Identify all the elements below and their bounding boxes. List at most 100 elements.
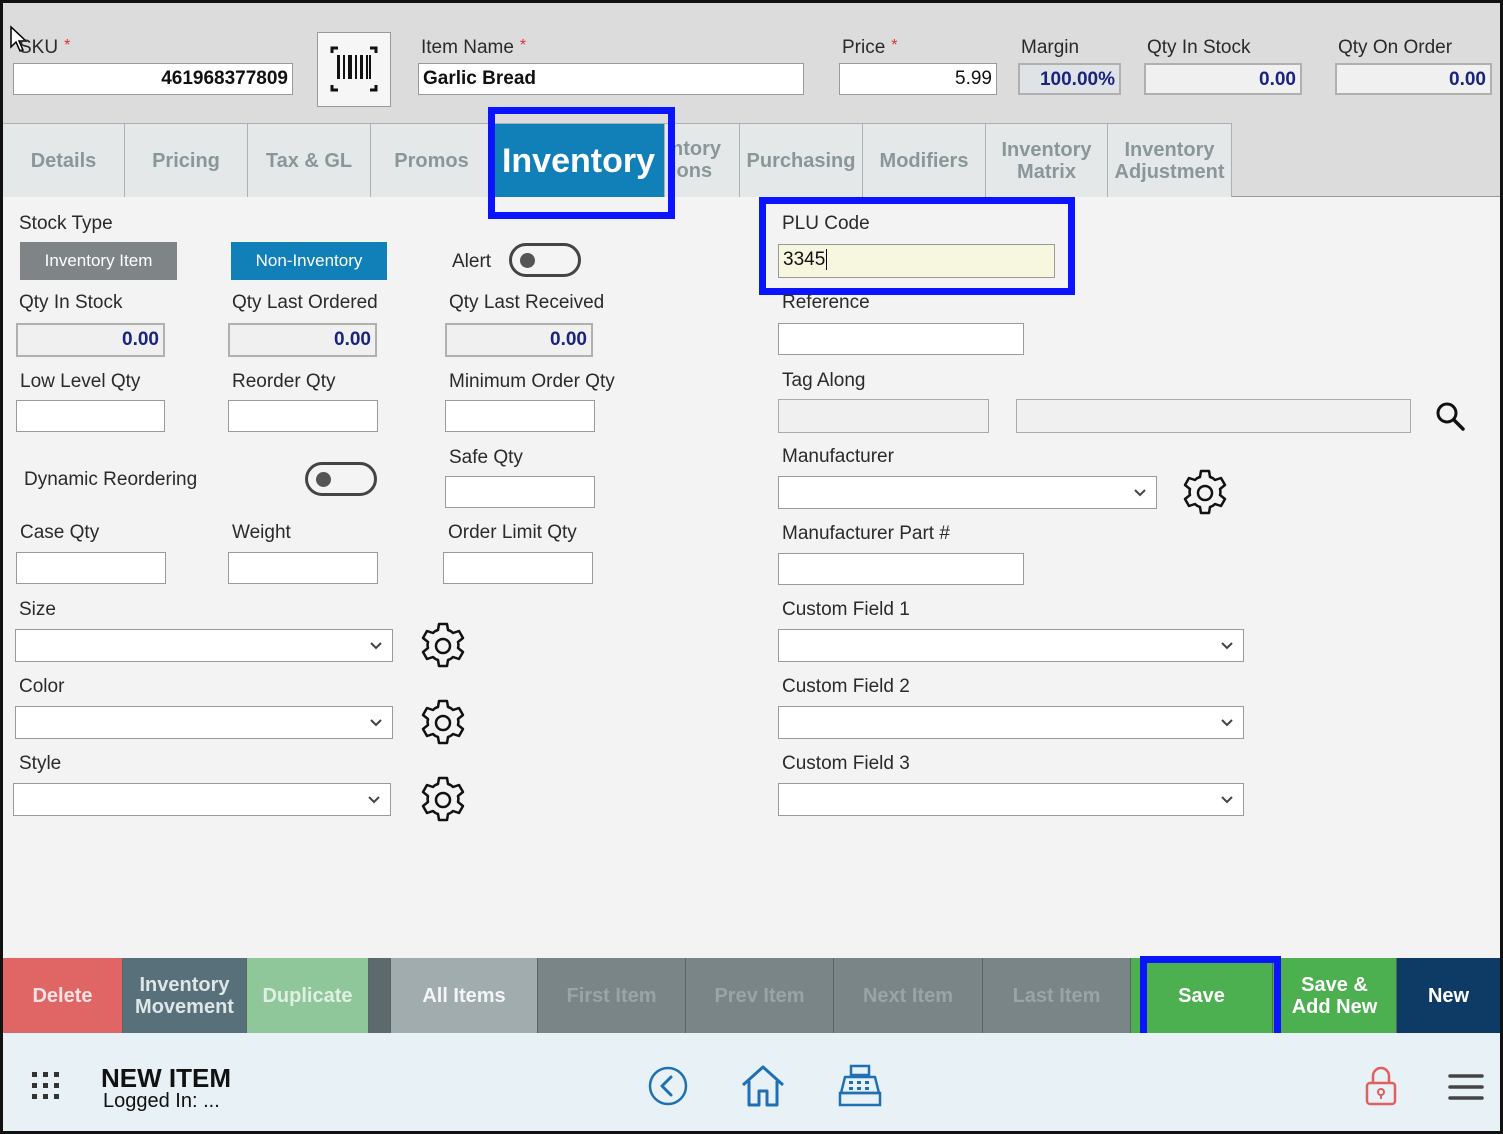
back-icon[interactable] (647, 1065, 689, 1107)
tab-label-line: ions (671, 160, 713, 182)
tab-pricing[interactable]: Pricing (125, 123, 248, 197)
chevron-down-icon (370, 642, 382, 650)
margin-value: 100.00% (1018, 63, 1121, 95)
chevron-down-icon (1221, 642, 1233, 650)
alert-label: Alert (452, 251, 492, 272)
low-level-qty-input[interactable] (16, 400, 165, 432)
style-select[interactable] (13, 783, 391, 816)
sku-label: SKU * (19, 37, 71, 58)
chevron-down-icon (370, 719, 382, 727)
tab-inventory-options[interactable]: ntory ions (665, 123, 740, 197)
cash-register-icon[interactable] (837, 1063, 883, 1109)
qty-on-order-label: Qty On Order (1338, 37, 1453, 58)
chevron-down-icon (1221, 796, 1233, 804)
tab-promos[interactable]: Promos (371, 123, 493, 197)
tab-inventory-matrix[interactable]: Inventory Matrix (986, 123, 1108, 197)
qty-in-stock-value: 0.00 (16, 323, 165, 357)
qty-last-received-value: 0.00 (445, 323, 593, 357)
duplicate-button[interactable]: Duplicate (247, 958, 369, 1033)
action-bar-spacer (369, 958, 391, 1033)
qty-in-stock-header-label: Qty In Stock (1147, 37, 1251, 58)
weight-input[interactable] (228, 552, 378, 584)
home-icon[interactable] (739, 1063, 787, 1109)
color-label: Color (19, 676, 65, 697)
delete-button[interactable]: Delete (3, 958, 123, 1033)
button-label-line: Movement (135, 995, 234, 1018)
qty-on-order-value: 0.00 (1335, 63, 1492, 95)
first-item-button[interactable]: First Item (538, 958, 686, 1033)
inventory-item-button[interactable]: Inventory Item (20, 242, 177, 280)
tab-tax-gl[interactable]: Tax & GL (248, 123, 371, 197)
item-name-input[interactable]: Garlic Bread (418, 63, 804, 95)
inventory-tab-highlight (488, 107, 675, 219)
qty-last-ordered-value: 0.00 (228, 323, 377, 357)
tab-bar: Details Pricing Tax & GL Promos Inventor… (3, 123, 1500, 197)
color-settings-gear-icon[interactable] (417, 697, 469, 749)
tag-along-label: Tag Along (782, 370, 866, 391)
reorder-qty-input[interactable] (228, 400, 378, 432)
manufacturer-part-label: Manufacturer Part # (782, 523, 950, 544)
size-select[interactable] (15, 629, 393, 662)
footer-bar: NEW ITEM Logged In: ... (3, 1033, 1500, 1131)
apps-grid-icon[interactable] (29, 1069, 63, 1103)
tag-along-code-input[interactable] (778, 399, 989, 433)
size-label: Size (19, 599, 56, 620)
safe-qty-input[interactable] (445, 476, 595, 508)
dynamic-reordering-toggle[interactable] (305, 462, 377, 496)
search-icon[interactable] (1433, 399, 1467, 433)
next-item-button[interactable]: Next Item (834, 958, 983, 1033)
price-input[interactable]: 5.99 (839, 63, 997, 95)
new-button[interactable]: New (1397, 958, 1500, 1033)
style-label: Style (19, 753, 62, 774)
alert-toggle[interactable] (509, 243, 581, 277)
manufacturer-label: Manufacturer (782, 446, 894, 467)
reference-input[interactable] (778, 323, 1024, 355)
hamburger-menu-icon[interactable] (1447, 1071, 1485, 1103)
stock-type-label: Stock Type (19, 213, 113, 234)
chevron-down-icon (1221, 719, 1233, 727)
button-label-line: Inventory (139, 973, 230, 996)
tab-modifiers[interactable]: Modifiers (863, 123, 986, 197)
dynamic-reordering-label: Dynamic Reordering (24, 469, 198, 490)
custom-field-1-select[interactable] (778, 629, 1244, 662)
lock-icon[interactable] (1363, 1065, 1399, 1107)
app-window: SKU * 461968377809 Item Name * Garlic Brea… (0, 0, 1503, 1134)
save-button-highlight (1140, 956, 1281, 1042)
case-qty-input[interactable] (16, 552, 166, 584)
qty-in-stock-header-value: 0.00 (1144, 63, 1302, 95)
item-header: SKU * 461968377809 Item Name * Garlic Brea… (3, 3, 1500, 123)
manufacturer-part-input[interactable] (778, 553, 1024, 585)
style-settings-gear-icon[interactable] (417, 774, 469, 826)
custom-field-2-select[interactable] (778, 706, 1244, 739)
reorder-qty-label: Reorder Qty (232, 371, 336, 392)
order-limit-qty-label: Order Limit Qty (448, 522, 577, 543)
prev-item-button[interactable]: Prev Item (686, 958, 834, 1033)
non-inventory-button[interactable]: Non-Inventory (231, 242, 387, 280)
save-add-new-button[interactable]: Save & Add New (1273, 958, 1397, 1033)
manufacturer-settings-gear-icon[interactable] (1179, 467, 1231, 519)
safe-qty-label: Safe Qty (449, 447, 523, 468)
weight-label: Weight (232, 522, 291, 543)
tab-details[interactable]: Details (3, 123, 125, 197)
manufacturer-select[interactable] (778, 476, 1157, 509)
qty-last-ordered-label: Qty Last Ordered (232, 292, 378, 313)
barcode-scan-button[interactable] (317, 32, 391, 107)
sku-input[interactable]: 461968377809 (13, 63, 293, 95)
margin-label: Margin (1021, 37, 1080, 58)
item-name-label: Item Name * (421, 37, 527, 58)
order-limit-qty-input[interactable] (443, 552, 593, 584)
minimum-order-qty-input[interactable] (445, 400, 595, 432)
custom-field-3-select[interactable] (778, 783, 1244, 816)
toggle-knob (316, 472, 331, 487)
tab-purchasing[interactable]: Purchasing (740, 123, 863, 197)
reference-label: Reference (782, 292, 870, 313)
tab-inventory-adjustment[interactable]: Inventory Adjustment (1108, 123, 1232, 197)
tag-along-description-input[interactable] (1016, 399, 1411, 433)
last-item-button[interactable]: Last Item (983, 958, 1131, 1033)
color-select[interactable] (15, 706, 393, 739)
low-level-qty-label: Low Level Qty (20, 371, 141, 392)
inventory-movement-button[interactable]: Inventory Movement (123, 958, 247, 1033)
all-items-button[interactable]: All Items (391, 958, 538, 1033)
size-settings-gear-icon[interactable] (417, 620, 469, 672)
button-label-line: Add New (1291, 995, 1378, 1018)
